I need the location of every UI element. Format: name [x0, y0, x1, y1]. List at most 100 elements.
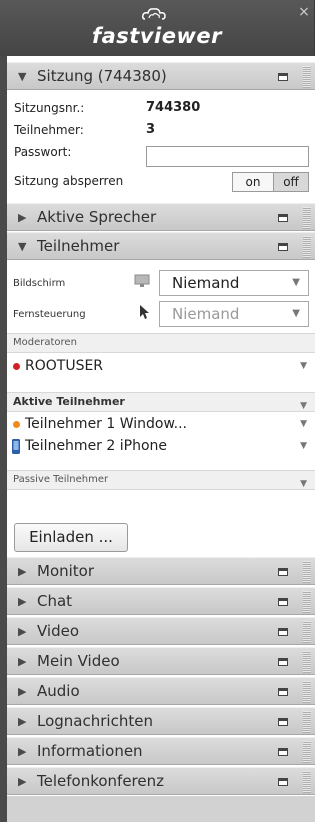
left-edge-strip — [0, 56, 7, 822]
cursor-icon — [140, 305, 149, 319]
expanded-arrow-icon: ▼ — [18, 240, 27, 253]
monitor-icon — [134, 274, 150, 287]
password-label: Passwort: — [14, 145, 72, 159]
drag-handle[interactable] — [303, 711, 311, 733]
active-participants-group-header: Aktive Teilnehmer ▼ — [7, 392, 315, 412]
window-icon[interactable] — [278, 658, 288, 666]
window-icon[interactable] — [278, 718, 288, 726]
section-aktive-sprecher[interactable]: ▶ Aktive Sprecher — [7, 203, 315, 231]
section-title: Teilnehmer — [37, 237, 120, 255]
section-mein-video[interactable]: ▶ Mein Video — [7, 647, 315, 675]
collapsed-arrow-icon: ▶ — [18, 565, 27, 578]
status-dot-icon — [13, 363, 20, 370]
participant-name: Teilnehmer 2 iPhone — [25, 438, 167, 454]
drag-handle[interactable] — [303, 591, 311, 613]
window-icon[interactable] — [278, 778, 288, 786]
group-label: Moderatoren — [13, 337, 77, 348]
window-icon[interactable] — [278, 568, 288, 576]
lock-session-label: Sitzung absperren — [14, 174, 124, 188]
screen-share-select[interactable]: Niemand ▼ — [159, 270, 309, 296]
list-item[interactable]: Teilnehmer 1 Window... ▼ — [7, 415, 315, 434]
section-title: Aktive Sprecher — [37, 208, 157, 226]
chevron-down-icon[interactable]: ▼ — [300, 361, 307, 371]
drag-handle[interactable] — [303, 681, 311, 703]
title-bar[interactable]: fastviewer × — [0, 0, 315, 56]
participant-count-label: Teilnehmer: — [14, 123, 84, 137]
collapsed-arrow-icon: ▶ — [18, 745, 27, 758]
group-label: Aktive Teilnehmer — [13, 395, 125, 408]
window-icon[interactable] — [278, 214, 288, 222]
invite-button[interactable]: Einladen ... — [14, 523, 128, 552]
section-title: Lognachrichten — [37, 712, 153, 730]
section-title: Audio — [37, 682, 80, 700]
list-item[interactable]: ROOTUSER ▼ — [7, 357, 315, 376]
window-icon[interactable] — [278, 73, 288, 81]
section-teilnehmer-header[interactable]: ▼ Teilnehmer — [7, 232, 315, 260]
section-title: Telefonkonferenz — [37, 772, 164, 790]
window-icon[interactable] — [278, 628, 288, 636]
passive-participants-group-header: Passive Teilnehmer ▼ — [7, 470, 315, 490]
participant-name: ROOTUSER — [25, 358, 104, 374]
window-icon[interactable] — [278, 243, 288, 251]
moderators-group-header: Moderatoren — [7, 333, 315, 353]
participant-count-value: 3 — [146, 122, 156, 137]
chevron-down-icon[interactable]: ▼ — [300, 419, 307, 429]
drag-handle[interactable] — [303, 561, 311, 583]
drag-handle[interactable] — [303, 651, 311, 673]
collapsed-arrow-icon: ▶ — [18, 685, 27, 698]
fastviewer-panel: fastviewer × ▼ Sitzung (744380) Sitzungs… — [0, 0, 315, 822]
drag-handle[interactable] — [303, 621, 311, 643]
collapsed-arrow-icon: ▶ — [18, 775, 27, 788]
list-item[interactable]: Teilnehmer 2 iPhone ▼ — [7, 437, 315, 456]
phone-icon — [12, 439, 20, 454]
group-label: Passive Teilnehmer — [13, 474, 109, 485]
drag-handle[interactable] — [303, 207, 311, 229]
window-icon[interactable] — [278, 748, 288, 756]
window-icon[interactable] — [278, 688, 288, 696]
section-title: Informationen — [37, 742, 143, 760]
session-number-value: 744380 — [146, 100, 201, 115]
section-sitzung-header[interactable]: ▼ Sitzung (744380) — [7, 62, 315, 90]
collapsed-arrow-icon: ▶ — [18, 655, 27, 668]
section-title: Sitzung (744380) — [37, 67, 167, 85]
lock-toggle-off[interactable]: off — [273, 172, 309, 192]
close-icon[interactable]: × — [296, 4, 312, 20]
chevron-down-icon[interactable]: ▼ — [300, 397, 307, 415]
collapsed-arrow-icon: ▶ — [18, 715, 27, 728]
drag-handle[interactable] — [303, 236, 311, 258]
expanded-arrow-icon: ▼ — [18, 70, 27, 83]
section-monitor[interactable]: ▶ Monitor — [7, 557, 315, 585]
section-video[interactable]: ▶ Video — [7, 617, 315, 645]
section-title: Chat — [37, 592, 73, 610]
select-value: Niemand — [172, 274, 240, 292]
password-field[interactable] — [146, 146, 309, 167]
collapsed-arrow-icon: ▶ — [18, 211, 27, 224]
drag-handle[interactable] — [303, 741, 311, 763]
window-icon[interactable] — [278, 598, 288, 606]
session-number-label: Sitzungsnr.: — [14, 101, 85, 115]
participant-name: Teilnehmer 1 Window... — [25, 416, 188, 432]
select-value: Niemand — [172, 305, 240, 323]
app-logo: fastviewer — [92, 24, 222, 48]
section-lognachrichten[interactable]: ▶ Lognachrichten — [7, 707, 315, 735]
panel-footer — [7, 796, 315, 822]
chevron-down-icon[interactable]: ▼ — [300, 441, 307, 451]
section-informationen[interactable]: ▶ Informationen — [7, 737, 315, 765]
collapsed-arrow-icon: ▶ — [18, 625, 27, 638]
remote-control-select[interactable]: Niemand ▼ — [159, 301, 309, 327]
chevron-down-icon: ▼ — [292, 308, 300, 319]
section-telefonkonferenz[interactable]: ▶ Telefonkonferenz — [7, 767, 315, 795]
chevron-down-icon: ▼ — [292, 277, 300, 288]
drag-handle[interactable] — [303, 66, 311, 88]
section-title: Monitor — [37, 562, 95, 580]
section-chat[interactable]: ▶ Chat — [7, 587, 315, 615]
remote-control-label: Fernsteuerung — [13, 309, 86, 320]
cloud-logo-icon — [142, 8, 166, 20]
section-title: Video — [37, 622, 80, 640]
chevron-down-icon[interactable]: ▼ — [300, 475, 307, 493]
lock-toggle-on[interactable]: on — [232, 172, 274, 192]
drag-handle[interactable] — [303, 771, 311, 793]
section-audio[interactable]: ▶ Audio — [7, 677, 315, 705]
collapsed-arrow-icon: ▶ — [18, 595, 27, 608]
section-title: Mein Video — [37, 652, 120, 670]
